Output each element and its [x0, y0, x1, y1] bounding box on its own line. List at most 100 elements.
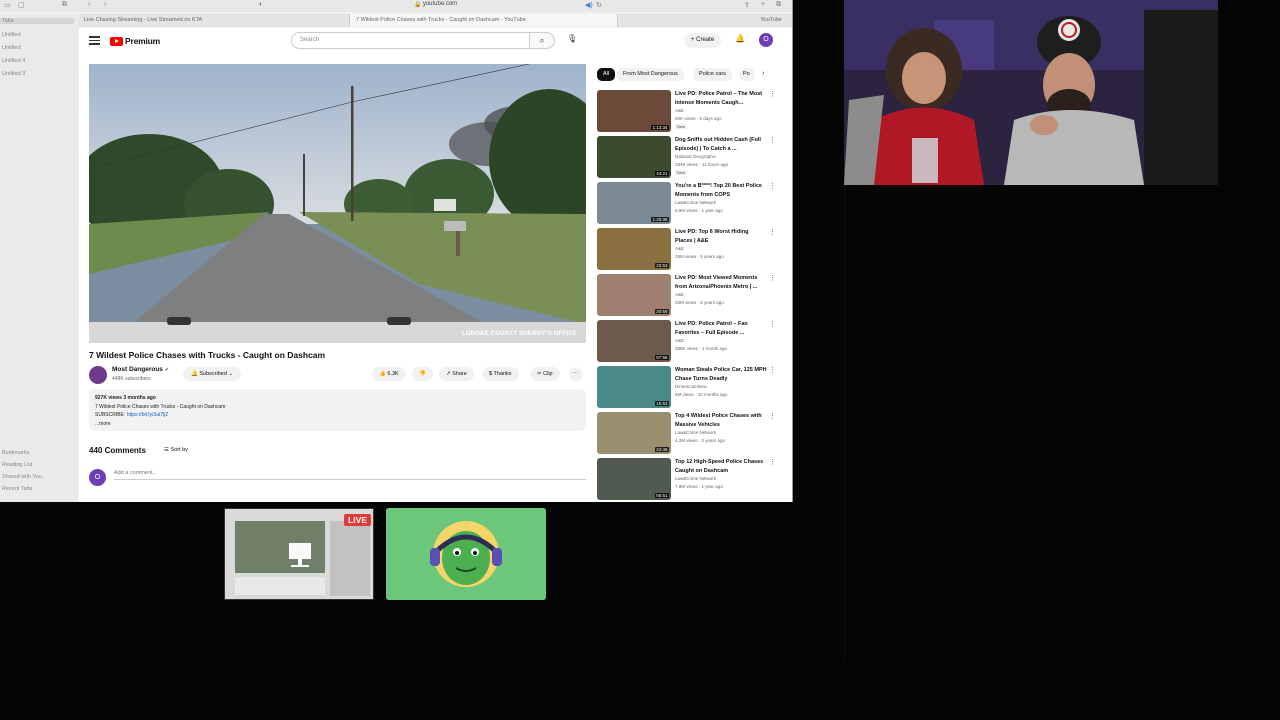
recommendation-item[interactable]: 44:21 Dog Sniffs out Hidden Cash (Full E…	[597, 136, 777, 180]
recommendation-item[interactable]: 20:59 Live PD: Most Viewed Moments from …	[597, 274, 777, 318]
recommendation-channel[interactable]: Law&Crime Network	[675, 200, 716, 205]
more-vertical-icon[interactable]: ⋮	[769, 136, 776, 144]
reload-icon[interactable]: ↻	[596, 1, 602, 9]
recommendation-item[interactable]: 23:53 Live PD: Top 6 Worst Hiding Places…	[597, 228, 777, 272]
sidebar-item-reading-list[interactable]: Reading List	[2, 462, 33, 468]
tab-youtube[interactable]: YouTube	[618, 14, 792, 27]
microphone-icon[interactable]: 🎙	[567, 34, 577, 43]
mascot-thumbnail[interactable]	[386, 508, 546, 600]
new-tab-icon[interactable]: +	[761, 1, 765, 8]
subscribed-button[interactable]: 🔔 Subscribed ⌄	[183, 367, 242, 381]
share-icon[interactable]: ⇪	[744, 1, 750, 9]
tabs-icon[interactable]: ⧉	[776, 1, 781, 9]
sidebar-item-untitled-4[interactable]: Untitled 4	[2, 58, 25, 64]
sidebar-item-shared[interactable]: Shared with You	[2, 474, 42, 480]
chevron-right-icon[interactable]: ›	[762, 70, 764, 77]
recommendation-channel[interactable]: A&E	[675, 338, 684, 343]
search-button[interactable]: ⌕	[530, 32, 555, 49]
tab-group-icon[interactable]: ⧉	[62, 1, 67, 9]
tab-current-video[interactable]: 7 Wildest Police Chases with Trucks - Ca…	[350, 14, 618, 27]
recommendation-thumbnail[interactable]: 20:59	[597, 274, 671, 316]
more-actions-button[interactable]: ⋯	[569, 367, 583, 381]
recommendation-thumbnail[interactable]: 56:51	[597, 458, 671, 500]
shield-icon[interactable]: ◖	[258, 1, 262, 8]
sidebar-toggle-icon[interactable]: ▭	[4, 1, 11, 9]
recommendation-title[interactable]: Live PD: Top 6 Worst Hiding Places | A&E	[675, 228, 767, 245]
recommendation-thumbnail[interactable]: 57:56	[597, 320, 671, 362]
more-vertical-icon[interactable]: ⋮	[769, 320, 776, 328]
tab-live-chasing[interactable]: Live Chasing Streaming - Live Streamed o…	[78, 14, 350, 27]
recommendation-title[interactable]: Top 4 Wildest Police Chases with Massive…	[675, 412, 767, 429]
recommendation-title[interactable]: You're a B****! Top 20 Best Police Momen…	[675, 182, 767, 199]
address-bar[interactable]: youtube.com	[380, 1, 500, 7]
recommendation-thumbnail[interactable]: 44:21	[597, 136, 671, 178]
recommendation-item[interactable]: 57:56 Live PD: Police Patrol – Fan Favor…	[597, 320, 777, 364]
thumbs-up-icon: 👍	[379, 371, 386, 377]
more-vertical-icon[interactable]: ⋮	[769, 366, 776, 374]
video-description[interactable]: 927K views 3 months ago 7 Wildest Police…	[89, 389, 586, 431]
recommendation-thumbnail[interactable]: 1:20:38	[597, 182, 671, 224]
menu-icon[interactable]	[89, 36, 100, 45]
recommendation-channel[interactable]: A&E	[675, 108, 684, 113]
channel-avatar[interactable]	[89, 366, 107, 384]
video-player[interactable]: LONOKE COUNTY SHERIFF'S OFFICE	[89, 64, 586, 343]
recommendation-title[interactable]: Top 12 High-Speed Police Chases Caught o…	[675, 458, 767, 475]
create-button[interactable]: + Create	[684, 33, 722, 48]
sidebar-item-untitled-3[interactable]: Untitled 3	[2, 71, 25, 77]
recommendation-title[interactable]: Live PD: Police Patrol – Fan Favorites –…	[675, 320, 767, 337]
recommendation-channel[interactable]: A&E	[675, 292, 684, 297]
recommendation-thumbnail[interactable]: 15:53	[597, 366, 671, 408]
live-preview-thumbnail[interactable]: LIVE	[224, 508, 374, 600]
recommendation-item[interactable]: 1:20:38 You're a B****! Top 20 Best Poli…	[597, 182, 777, 226]
add-comment-input[interactable]: Add a comment...	[114, 470, 586, 480]
search-input[interactable]: Search	[291, 32, 530, 49]
audio-icon[interactable]: ◀)	[585, 1, 593, 9]
sidebar-item-recent-tabs[interactable]: Recent Tabs	[2, 486, 32, 492]
forward-icon[interactable]: ›	[104, 1, 106, 8]
recommendation-title[interactable]: Woman Steals Police Car, 125 MPH Chase T…	[675, 366, 767, 383]
like-button[interactable]: 👍 6.3K	[372, 367, 406, 381]
chip-from-most-dangerous[interactable]: From Most Dangerous	[617, 68, 684, 81]
sidebar-item-untitled-2[interactable]: Untitled	[2, 45, 21, 51]
more-vertical-icon[interactable]: ⋮	[769, 228, 776, 236]
recommendation-thumbnail[interactable]: 23:53	[597, 228, 671, 270]
sidebar-item-bookmarks[interactable]: Bookmarks	[2, 450, 30, 456]
recommendation-channel[interactable]: DinnerCamNow	[675, 384, 707, 389]
recommendation-item[interactable]: 24:46 Top 4 Wildest Police Chases with M…	[597, 412, 777, 456]
recommendation-channel[interactable]: Law&Crime Network	[675, 476, 716, 481]
sidebar-item-untitled-1[interactable]: Untitled	[2, 32, 21, 38]
recommendation-thumbnail[interactable]: 24:46	[597, 412, 671, 454]
recommendation-item[interactable]: 15:53 Woman Steals Police Car, 125 MPH C…	[597, 366, 777, 410]
dislike-button[interactable]: 👎	[412, 367, 433, 381]
recommendation-item[interactable]: 1:13:34 Live PD: Police Patrol – The Mos…	[597, 90, 777, 134]
channel-name[interactable]: Most Dangerous ✔	[112, 366, 169, 373]
recommendation-title[interactable]: Live PD: Most Viewed Moments from Arizon…	[675, 274, 767, 291]
sidebar-item-tabs[interactable]: Tabs	[0, 18, 74, 24]
more-vertical-icon[interactable]: ⋮	[769, 274, 776, 282]
more-vertical-icon[interactable]: ⋮	[769, 90, 776, 98]
more-vertical-icon[interactable]: ⋮	[769, 182, 776, 190]
chip-truncated[interactable]: Po	[739, 68, 755, 81]
recommendation-channel[interactable]: National Geographic	[675, 154, 716, 159]
more-vertical-icon[interactable]: ⋮	[769, 458, 776, 466]
notification-bell-icon[interactable]: 🔔	[735, 34, 745, 43]
share-button[interactable]: ↗ Share	[439, 367, 474, 381]
recommendation-channel[interactable]: Law&Crime Network	[675, 430, 716, 435]
chip-all[interactable]: All	[597, 68, 616, 81]
recommendation-thumbnail[interactable]: 1:13:34	[597, 90, 671, 132]
chip-police-cars[interactable]: Police cars	[693, 68, 732, 81]
recommendation-title[interactable]: Live PD: Police Patrol – The Most Intens…	[675, 90, 767, 107]
account-avatar[interactable]: O	[759, 33, 773, 47]
thanks-button[interactable]: $ Thanks	[482, 367, 519, 381]
more-vertical-icon[interactable]: ⋮	[769, 412, 776, 420]
recommendation-title[interactable]: Dog Sniffs out Hidden Cash (Full Episode…	[675, 136, 767, 153]
back-icon[interactable]: ‹	[88, 1, 90, 8]
sort-by-button[interactable]: ☰ Sort by	[164, 447, 188, 453]
recommendation-item[interactable]: 56:51 Top 12 High-Speed Police Chases Ca…	[597, 458, 777, 502]
subscribe-link[interactable]: https://bit.ly/3at7ljZ	[127, 412, 169, 418]
more-link[interactable]: ...more	[95, 420, 580, 429]
tab-overview-icon[interactable]: ▢	[18, 1, 25, 9]
clip-button[interactable]: ✂ Clip	[530, 367, 560, 381]
recommendation-channel[interactable]: A&E	[675, 246, 684, 251]
youtube-logo[interactable]: Premium	[110, 36, 160, 46]
